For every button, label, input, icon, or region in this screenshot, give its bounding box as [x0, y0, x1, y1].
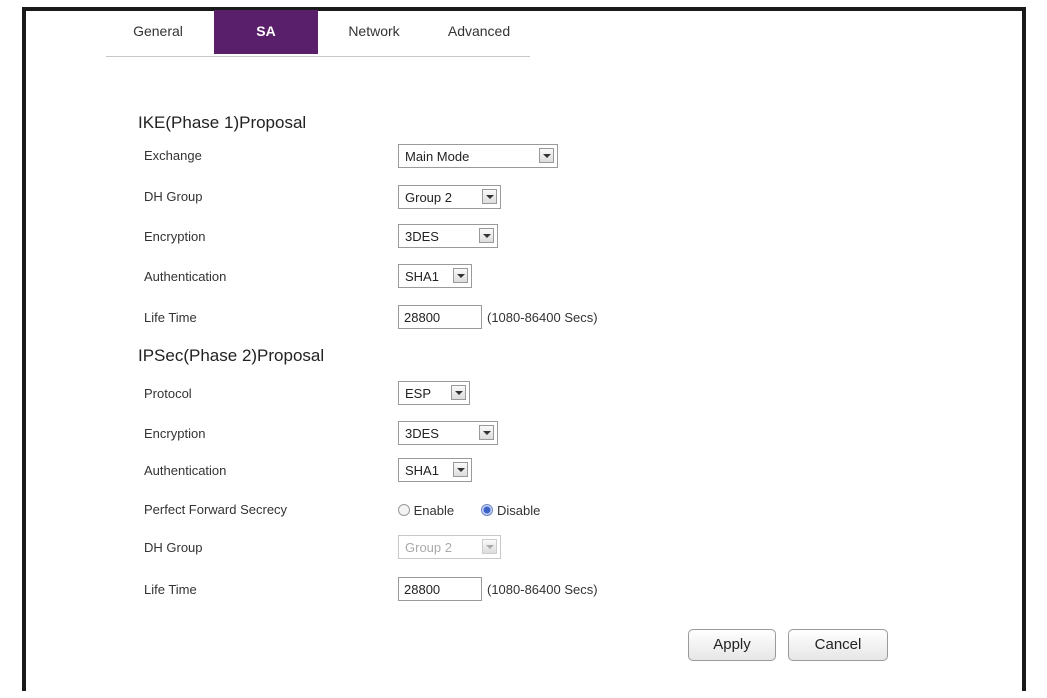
pfs-enable-label: Enable	[413, 503, 455, 518]
chevron-down-icon	[453, 268, 468, 283]
ipsec-encryption-select[interactable]: 3DES	[398, 421, 498, 445]
ike-authentication-select[interactable]: SHA1	[398, 264, 472, 288]
ike-encryption-select[interactable]: 3DES	[398, 224, 498, 248]
chevron-down-icon	[479, 425, 494, 440]
chevron-down-icon	[482, 189, 497, 204]
ike-section-title: IKE(Phase 1)Proposal	[138, 113, 307, 132]
ike-encryption-value: 3DES	[405, 229, 439, 244]
cancel-button[interactable]: Cancel	[788, 629, 888, 661]
ike-life-time-input[interactable]: 28800	[398, 305, 482, 329]
ipsec-section-title: IPSec(Phase 2)Proposal	[138, 346, 325, 365]
ike-exchange-label: Exchange	[144, 148, 202, 163]
pfs-radio-group: Enable Disable	[398, 503, 540, 518]
tab-advanced[interactable]: Advanced	[428, 10, 530, 54]
tab-bar: General SA Network Advanced	[106, 10, 530, 56]
apply-button[interactable]: Apply	[688, 629, 776, 661]
ipsec-encryption-value: 3DES	[405, 426, 439, 441]
ipsec-protocol-label: Protocol	[144, 386, 192, 401]
ike-authentication-label: Authentication	[144, 269, 227, 284]
ike-exchange-value: Main Mode	[405, 149, 470, 164]
tab-sa[interactable]: SA	[214, 10, 318, 54]
ike-life-time-hint: (1080-86400 Secs)	[487, 310, 598, 325]
ipsec-dh-group-value: Group 2	[405, 540, 452, 555]
ipsec-dh-group-label: DH Group	[144, 540, 203, 555]
chevron-down-icon	[451, 385, 466, 400]
ike-exchange-select[interactable]: Main Mode	[398, 144, 558, 168]
ipsec-life-time-input[interactable]: 28800	[398, 577, 482, 601]
chevron-down-icon	[479, 228, 494, 243]
chevron-down-icon	[453, 462, 468, 477]
ipsec-authentication-select[interactable]: SHA1	[398, 458, 472, 482]
pfs-label: Perfect Forward Secrecy	[144, 502, 288, 517]
ike-encryption-label: Encryption	[144, 229, 206, 244]
pfs-disable-radio[interactable]	[481, 504, 494, 516]
ike-dh-group-value: Group 2	[405, 190, 452, 205]
ipsec-life-time-hint: (1080-86400 Secs)	[487, 582, 598, 597]
ipsec-life-time-label: Life Time	[144, 582, 197, 597]
ipsec-authentication-label: Authentication	[144, 463, 227, 478]
ipsec-protocol-value: ESP	[405, 386, 432, 401]
pfs-disable-label: Disable	[496, 503, 541, 518]
ipsec-protocol-select[interactable]: ESP	[398, 381, 470, 405]
ipsec-dh-group-select: Group 2	[398, 535, 501, 559]
chevron-down-icon	[482, 539, 497, 554]
ike-dh-group-select[interactable]: Group 2	[398, 185, 501, 209]
pfs-enable-radio[interactable]	[398, 504, 410, 516]
tab-divider	[106, 56, 530, 57]
ike-dh-group-label: DH Group	[144, 189, 203, 204]
tab-general[interactable]: General	[106, 10, 210, 54]
ike-authentication-value: SHA1	[405, 269, 439, 284]
chevron-down-icon	[539, 148, 554, 163]
tab-network[interactable]: Network	[324, 10, 424, 54]
ipsec-authentication-value: SHA1	[405, 463, 439, 478]
ipsec-encryption-label: Encryption	[144, 426, 206, 441]
ike-life-time-label: Life Time	[144, 310, 197, 325]
